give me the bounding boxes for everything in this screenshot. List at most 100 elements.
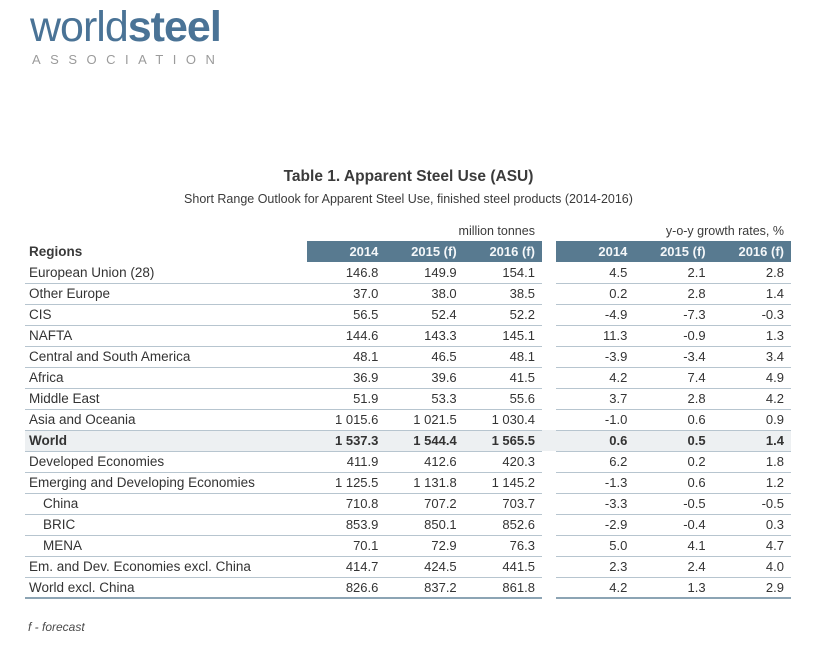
column-group-gap (542, 367, 556, 388)
tonnes-value: 154.1 (464, 262, 542, 283)
tonnes-value: 39.6 (385, 367, 463, 388)
growth-value: 7.4 (634, 367, 712, 388)
tonnes-value: 52.2 (464, 304, 542, 325)
growth-value: 1.2 (713, 472, 791, 493)
column-group-gap (542, 514, 556, 535)
col-header-2015f-tonnes: 2015 (f) (385, 241, 463, 262)
tonnes-value: 76.3 (464, 535, 542, 556)
column-group-gap (542, 535, 556, 556)
growth-value: 2.8 (634, 283, 712, 304)
group-label-spacer (25, 221, 307, 241)
growth-value: 2.3 (556, 556, 634, 577)
col-header-2016f-tonnes: 2016 (f) (464, 241, 542, 262)
growth-value: 6.2 (556, 451, 634, 472)
table-row: Africa36.939.641.54.27.44.9 (25, 367, 791, 388)
tonnes-value: 411.9 (307, 451, 385, 472)
column-group-gap (542, 283, 556, 304)
tonnes-value: 710.8 (307, 493, 385, 514)
region-label: CIS (25, 304, 307, 325)
growth-value: -1.3 (556, 472, 634, 493)
growth-value: 0.9 (713, 409, 791, 430)
region-label: China (25, 493, 307, 514)
growth-value: -0.3 (713, 304, 791, 325)
tonnes-value: 38.0 (385, 283, 463, 304)
tonnes-value: 1 021.5 (385, 409, 463, 430)
column-group-gap (542, 409, 556, 430)
table-row: NAFTA144.6143.3145.111.3-0.91.3 (25, 325, 791, 346)
column-group-gap (542, 493, 556, 514)
table-row: MENA70.172.976.35.04.14.7 (25, 535, 791, 556)
tonnes-value: 1 030.4 (464, 409, 542, 430)
tonnes-value: 41.5 (464, 367, 542, 388)
tonnes-value: 144.6 (307, 325, 385, 346)
tonnes-value: 853.9 (307, 514, 385, 535)
tonnes-value: 707.2 (385, 493, 463, 514)
growth-value: 2.9 (713, 577, 791, 598)
growth-value: -7.3 (634, 304, 712, 325)
growth-value: 0.2 (634, 451, 712, 472)
growth-value: -3.3 (556, 493, 634, 514)
logo-steel: steel (128, 3, 221, 51)
column-group-gap (542, 430, 556, 451)
growth-value: 2.1 (634, 262, 712, 283)
growth-value: 5.0 (556, 535, 634, 556)
col-header-2015f-growth: 2015 (f) (634, 241, 712, 262)
worldsteel-logo: worldsteel ASSOCIATION (30, 4, 224, 67)
year-header-row: Regions 2014 2015 (f) 2016 (f) 2014 2015… (25, 241, 791, 262)
column-group-gap (542, 556, 556, 577)
tonnes-value: 72.9 (385, 535, 463, 556)
growth-value: 4.1 (634, 535, 712, 556)
table-row: World excl. China826.6837.2861.84.21.32.… (25, 577, 791, 598)
tonnes-value: 850.1 (385, 514, 463, 535)
logo-world: world (30, 3, 128, 51)
region-label: MENA (25, 535, 307, 556)
tonnes-value: 51.9 (307, 388, 385, 409)
table-row: European Union (28)146.8149.9154.14.52.1… (25, 262, 791, 283)
growth-value: 4.9 (713, 367, 791, 388)
growth-value: 0.6 (634, 472, 712, 493)
page: worldsteel ASSOCIATION Table 1. Apparent… (0, 0, 817, 648)
tonnes-value: 1 544.4 (385, 430, 463, 451)
tonnes-value: 143.3 (385, 325, 463, 346)
tonnes-value: 852.6 (464, 514, 542, 535)
growth-value: 2.8 (713, 262, 791, 283)
tonnes-value: 38.5 (464, 283, 542, 304)
region-label: NAFTA (25, 325, 307, 346)
column-group-gap (542, 262, 556, 283)
growth-value: 0.6 (634, 409, 712, 430)
growth-value: -1.0 (556, 409, 634, 430)
growth-value: -0.5 (634, 493, 712, 514)
tonnes-value: 56.5 (307, 304, 385, 325)
growth-value: 2.8 (634, 388, 712, 409)
regions-header: Regions (25, 241, 307, 262)
region-label: World excl. China (25, 577, 307, 598)
asu-table: million tonnes y-o-y growth rates, % Reg… (25, 221, 791, 599)
column-group-gap (542, 388, 556, 409)
region-label: World (25, 430, 307, 451)
growth-value: 4.2 (713, 388, 791, 409)
table-row: CIS56.552.452.2-4.9-7.3-0.3 (25, 304, 791, 325)
column-group-gap (542, 472, 556, 493)
table-title: Table 1. Apparent Steel Use (ASU) (0, 168, 817, 186)
region-label: European Union (28) (25, 262, 307, 283)
growth-value: -0.9 (634, 325, 712, 346)
tonnes-value: 1 131.8 (385, 472, 463, 493)
growth-value: -0.4 (634, 514, 712, 535)
table-row: Developed Economies411.9412.6420.36.20.2… (25, 451, 791, 472)
tonnes-value: 420.3 (464, 451, 542, 472)
column-group-gap (542, 325, 556, 346)
tonnes-value: 412.6 (385, 451, 463, 472)
growth-value: 0.2 (556, 283, 634, 304)
tonnes-value: 837.2 (385, 577, 463, 598)
region-label: Emerging and Developing Economies (25, 472, 307, 493)
growth-value: 1.4 (713, 283, 791, 304)
tonnes-value: 70.1 (307, 535, 385, 556)
table-subtitle: Short Range Outlook for Apparent Steel U… (0, 192, 817, 206)
growth-value: -2.9 (556, 514, 634, 535)
growth-value: 1.3 (713, 325, 791, 346)
growth-value: -4.9 (556, 304, 634, 325)
growth-value: 1.3 (634, 577, 712, 598)
tonnes-value: 861.8 (464, 577, 542, 598)
region-label: Middle East (25, 388, 307, 409)
tonnes-value: 1 537.3 (307, 430, 385, 451)
